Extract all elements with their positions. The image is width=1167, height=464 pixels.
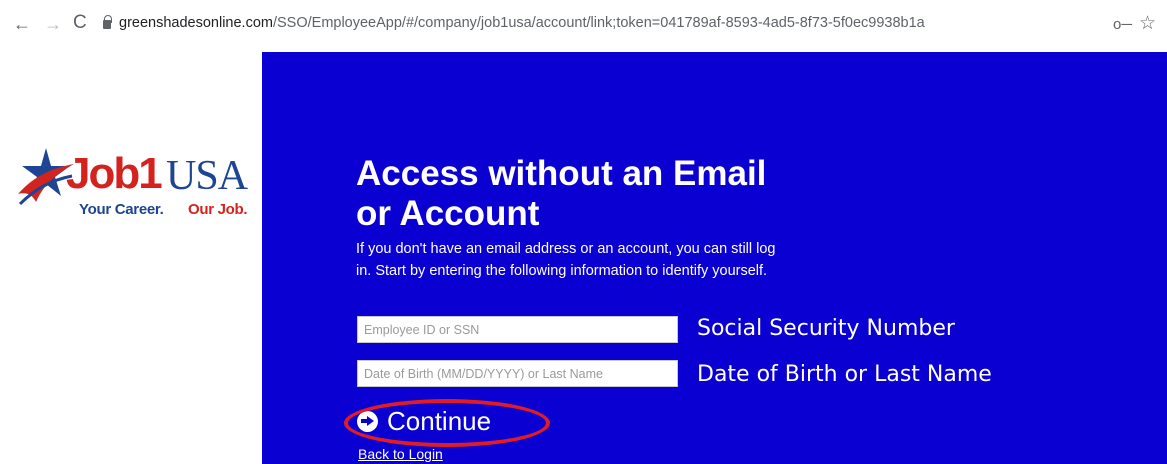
arrow-circle-right-icon <box>357 410 378 432</box>
url-path: /SSO/EmployeeApp/#/company/job1usa/accou… <box>272 15 925 31</box>
logo-usa-text: USA <box>166 153 248 199</box>
dob-or-lastname-input[interactable] <box>357 360 678 387</box>
url-host: greenshadesonline.com <box>119 15 273 31</box>
dob-annotation: Date of Birth or Last Name <box>697 362 992 387</box>
continue-label: Continue <box>387 405 492 436</box>
instructions-text: If you don't have an email address or an… <box>356 241 776 279</box>
logo-tagline-career: Your Career. <box>79 201 164 218</box>
continue-button[interactable]: Continue <box>357 404 491 438</box>
employee-id-input[interactable] <box>357 316 678 343</box>
lock-icon[interactable] <box>103 15 112 29</box>
login-panel: Access without an Email or Account If yo… <box>262 52 1167 464</box>
logo-tagline-job: Our Job. <box>188 201 248 218</box>
bookmark-star-icon[interactable]: ☆ <box>1139 12 1156 35</box>
ssn-annotation: Social Security Number <box>697 316 955 341</box>
key-icon[interactable]: o─ <box>1113 16 1132 33</box>
job1usa-logo: Job1 USA Your Career. Our Job. <box>16 146 256 218</box>
forward-arrow-icon[interactable]: → <box>44 14 62 34</box>
back-arrow-icon[interactable]: ← <box>13 14 31 34</box>
address-bar[interactable]: greenshadesonline.com/SSO/EmployeeApp/#/… <box>119 15 925 31</box>
logo-job-text: Job1 <box>66 149 163 198</box>
page-title: Access without an Email or Account <box>356 154 767 233</box>
reload-icon[interactable]: C <box>73 13 87 33</box>
back-to-login-link[interactable]: Back to Login <box>358 446 443 462</box>
browser-toolbar: ← → C greenshadesonline.com/SSO/Employee… <box>0 0 1167 52</box>
